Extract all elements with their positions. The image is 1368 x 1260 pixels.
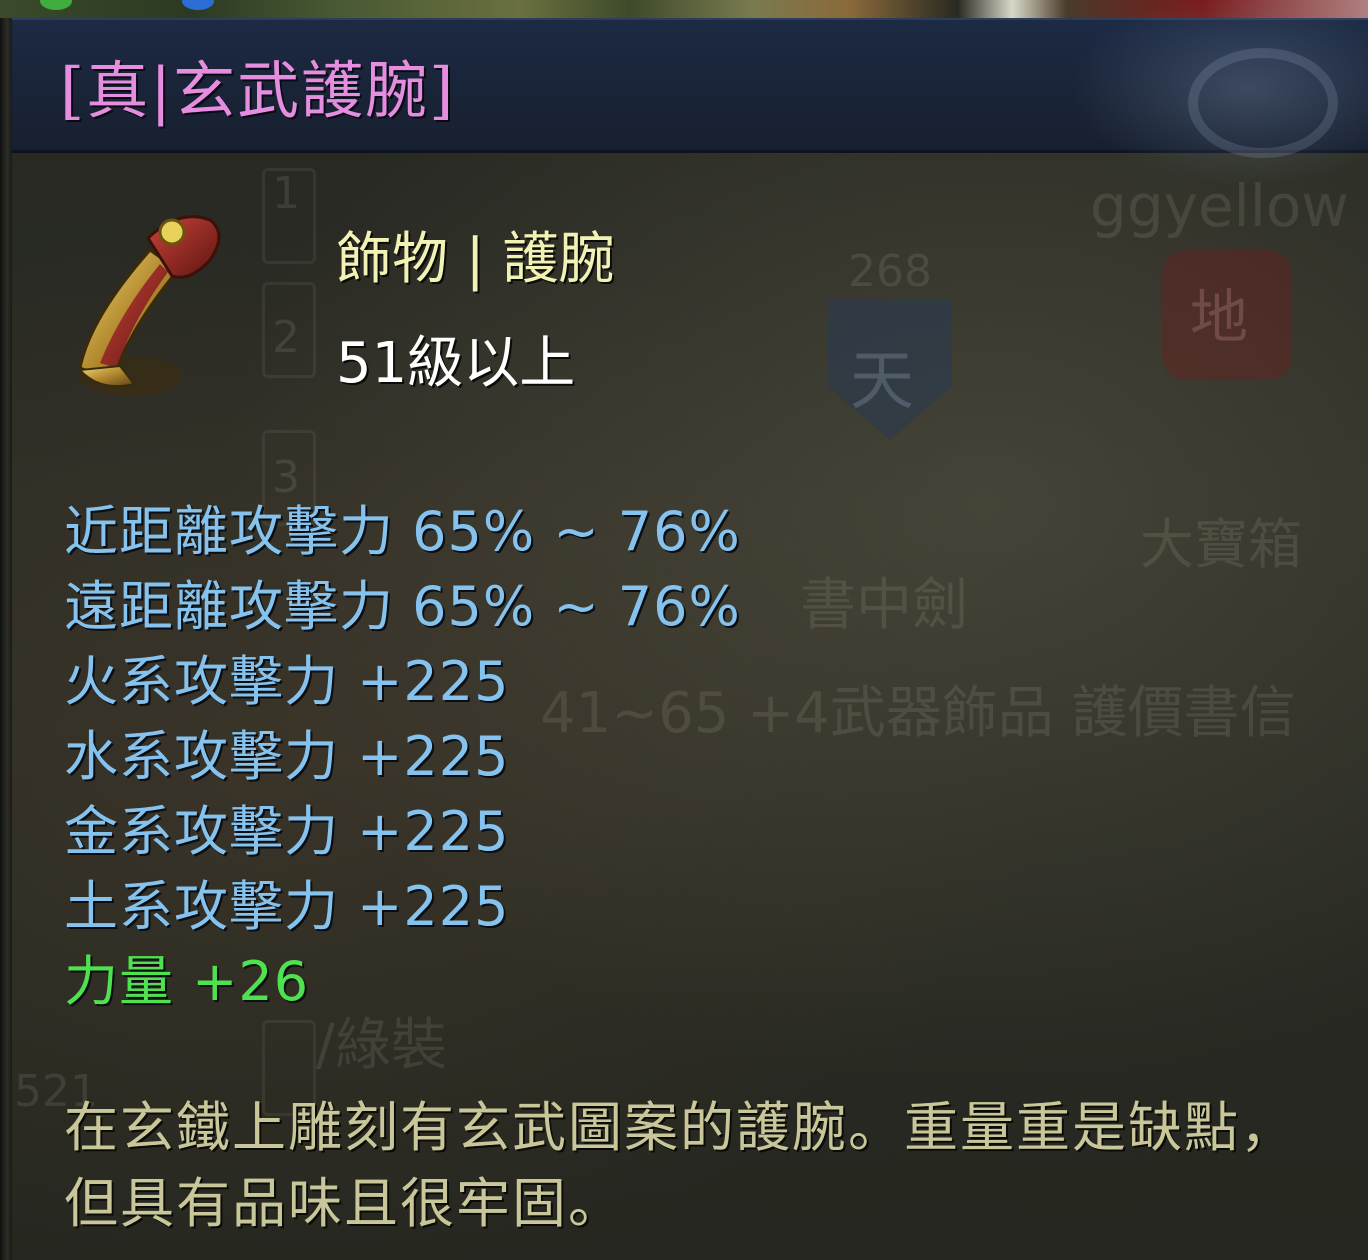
- earth-badge-char: 地: [1190, 283, 1249, 351]
- blue-orb-icon: [182, 0, 214, 10]
- item-type: 飾物 | 護腕: [336, 227, 615, 292]
- tooltip-frame-edge: [0, 18, 12, 1260]
- description-line: 但具有品味且很牢固。: [64, 1172, 624, 1235]
- stat-earth-attack: 土系攻擊力 +225: [64, 875, 510, 938]
- stat-water-attack: 水系攻擊力 +225: [64, 725, 510, 788]
- level-requirement: 51級以上: [336, 331, 576, 396]
- cloud-swirl-icon: [1188, 48, 1338, 158]
- green-orb-icon: [40, 0, 72, 10]
- stat-list: 近距離攻擊力 65% ~ 76% 遠距離攻擊力 65% ~ 76% 火系攻擊力 …: [64, 494, 741, 1019]
- shield-emblem-char: 天: [850, 345, 914, 419]
- stat-strength: 力量 +26: [64, 950, 310, 1013]
- background-chest-label: 大寶箱: [1140, 513, 1302, 576]
- stat-melee-attack: 近距離攻擊力 65% ~ 76%: [64, 500, 741, 563]
- background-rank-number: 268: [848, 246, 932, 297]
- background-book-label: 書中劍: [800, 573, 968, 638]
- stat-metal-attack: 金系攻擊力 +225: [64, 800, 510, 863]
- background-slot-number: 1: [272, 168, 300, 219]
- item-description: 在玄鐵上雕刻有玄武圖案的護腕。重量重是缺點， 但具有品味且很牢固。: [64, 1090, 1364, 1242]
- item-name: [真|玄武護腕]: [60, 54, 456, 127]
- game-screen: 1 2 3 ggyellow 268 天 地 大寶箱 書中劍 41~65 +4武…: [0, 0, 1368, 1260]
- bracer-item-icon: [60, 198, 240, 408]
- description-line: 在玄鐵上雕刻有玄武圖案的護腕。重量重是缺點，: [64, 1096, 1296, 1159]
- stat-fire-attack: 火系攻擊力 +225: [64, 650, 510, 713]
- tooltip-title-bar: [真|玄武護腕]: [12, 0, 1368, 188]
- background-slot-number: 2: [272, 312, 300, 363]
- stat-ranged-attack: 遠距離攻擊力 65% ~ 76%: [64, 575, 741, 638]
